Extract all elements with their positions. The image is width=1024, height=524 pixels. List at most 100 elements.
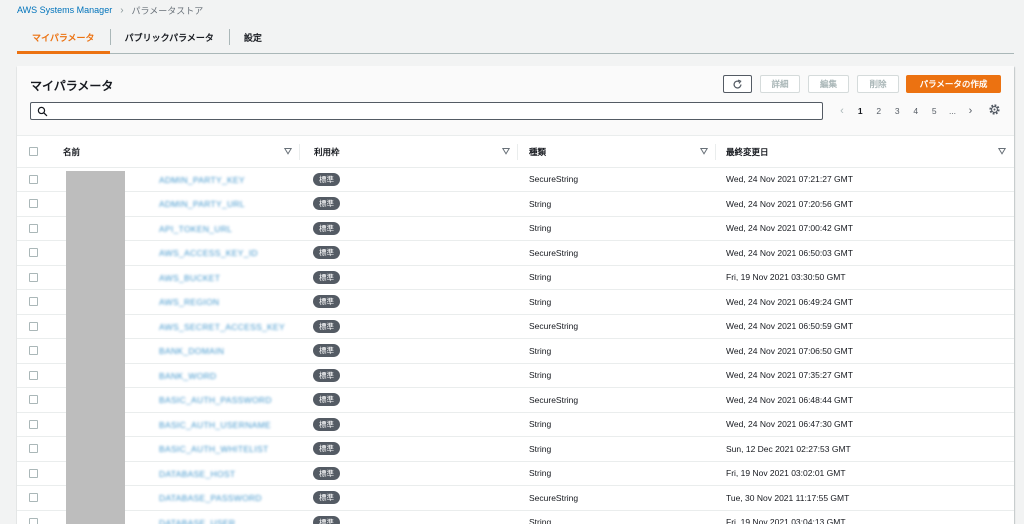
page-4-button[interactable]: 4 bbox=[907, 106, 926, 116]
parameter-name-link[interactable]: ADMIN_PARTY_URL bbox=[159, 199, 245, 209]
page-1-button[interactable]: 1 bbox=[851, 106, 870, 116]
parameter-name-link[interactable]: BASIC_AUTH_WHITELIST bbox=[159, 444, 268, 454]
row-checkbox[interactable] bbox=[29, 444, 38, 454]
parameter-name-link[interactable]: BANK_DOMAIN bbox=[159, 346, 224, 356]
parameter-name-link[interactable]: BANK_WORD bbox=[159, 371, 217, 381]
tier-badge: 標準 bbox=[313, 442, 340, 456]
tier-cell: 標準 bbox=[300, 363, 518, 388]
table-row[interactable]: /API_TOKEN_URL標準StringWed, 24 Nov 2021 0… bbox=[17, 216, 1014, 241]
tab-my-parameters[interactable]: マイパラメータ bbox=[17, 22, 110, 54]
page-2-button[interactable]: 2 bbox=[870, 106, 889, 116]
gear-icon[interactable] bbox=[988, 103, 1001, 116]
table-row[interactable]: /AWS_BUCKET標準StringFri, 19 Nov 2021 03:3… bbox=[17, 265, 1014, 290]
type-cell: SecureString bbox=[518, 485, 716, 511]
details-button[interactable]: 詳細 bbox=[760, 75, 800, 93]
table-row[interactable]: /DATABASE_USER標準StringFri, 19 Nov 2021 0… bbox=[17, 510, 1014, 524]
row-checkbox[interactable] bbox=[29, 370, 38, 380]
column-name-label: 名前 bbox=[63, 146, 81, 157]
page-5-button[interactable]: 5 bbox=[925, 106, 944, 116]
row-checkbox[interactable] bbox=[29, 395, 38, 405]
tier-badge: 標準 bbox=[313, 491, 340, 505]
tier-cell: 標準 bbox=[300, 314, 518, 339]
column-header-modified[interactable]: 最終変更日 bbox=[716, 137, 1014, 168]
table-row[interactable]: /BASIC_AUTH_WHITELIST標準StringSun, 12 Dec… bbox=[17, 436, 1014, 462]
parameter-name-link[interactable]: AWS_ACCESS_KEY_ID bbox=[159, 248, 258, 258]
column-header-tier[interactable]: 利用枠 bbox=[300, 137, 518, 168]
row-checkbox[interactable] bbox=[29, 346, 38, 356]
row-checkbox[interactable] bbox=[29, 321, 38, 331]
row-checkbox[interactable] bbox=[29, 199, 38, 209]
parameter-name-link[interactable]: DATABASE_PASSWORD bbox=[159, 493, 262, 503]
tier-cell: 標準 bbox=[300, 461, 518, 486]
chevron-right-icon[interactable]: › bbox=[962, 105, 980, 117]
table-row[interactable]: /BASIC_AUTH_PASSWORD標準SecureStringWed, 2… bbox=[17, 387, 1014, 413]
parameter-name-link[interactable]: ADMIN_PARTY_KEY bbox=[159, 175, 245, 185]
row-select-cell bbox=[17, 485, 49, 511]
refresh-button[interactable] bbox=[723, 75, 752, 93]
refresh-icon bbox=[733, 78, 742, 89]
table-row[interactable]: /ADMIN_PARTY_KEY標準SecureStringWed, 24 No… bbox=[17, 167, 1014, 192]
table-row[interactable]: /ADMIN_PARTY_URL標準StringWed, 24 Nov 2021… bbox=[17, 191, 1014, 217]
column-header-type[interactable]: 種類 bbox=[518, 137, 716, 168]
row-checkbox[interactable] bbox=[29, 468, 38, 478]
row-checkbox[interactable] bbox=[29, 517, 38, 524]
row-select-cell bbox=[17, 191, 49, 217]
sort-caret-icon[interactable] bbox=[284, 147, 292, 155]
row-select-cell bbox=[17, 240, 49, 266]
row-checkbox[interactable] bbox=[29, 493, 38, 503]
edit-button[interactable]: 編集 bbox=[808, 75, 849, 93]
parameter-name-link[interactable]: DATABASE_USER bbox=[159, 518, 235, 524]
table-row[interactable]: /DATABASE_HOST標準StringFri, 19 Nov 2021 0… bbox=[17, 461, 1014, 486]
sort-caret-icon[interactable] bbox=[502, 147, 510, 155]
row-checkbox[interactable] bbox=[29, 419, 38, 429]
row-checkbox[interactable] bbox=[29, 297, 38, 307]
table-row[interactable]: /BASIC_AUTH_USERNAME標準StringWed, 24 Nov … bbox=[17, 412, 1014, 437]
table-row[interactable]: /BANK_WORD標準StringWed, 24 Nov 2021 07:35… bbox=[17, 363, 1014, 388]
tier-cell: 標準 bbox=[300, 510, 518, 524]
parameter-name-link[interactable]: API_TOKEN_URL bbox=[159, 224, 232, 234]
row-checkbox[interactable] bbox=[29, 248, 38, 258]
tab-public-parameters[interactable]: パブリックパラメータ bbox=[109, 22, 229, 53]
tier-cell: 標準 bbox=[300, 191, 518, 217]
tier-cell: 標準 bbox=[300, 265, 518, 290]
tier-cell: 標準 bbox=[300, 387, 518, 413]
tab-settings[interactable]: 設定 bbox=[228, 22, 277, 53]
create-parameter-button[interactable]: パラメータの作成 bbox=[906, 75, 1001, 93]
parameter-name-link[interactable]: AWS_BUCKET bbox=[159, 273, 220, 283]
chevron-left-icon[interactable]: ‹ bbox=[833, 105, 851, 117]
sort-caret-icon[interactable] bbox=[998, 147, 1006, 155]
parameter-name-link[interactable]: BASIC_AUTH_USERNAME bbox=[159, 420, 271, 430]
page-3-button[interactable]: 3 bbox=[888, 106, 907, 116]
breadcrumb-systems-manager[interactable]: AWS Systems Manager bbox=[17, 5, 112, 15]
delete-button[interactable]: 削除 bbox=[857, 75, 899, 93]
type-cell: String bbox=[518, 436, 716, 462]
row-checkbox[interactable] bbox=[29, 174, 38, 184]
tier-badge: 標準 bbox=[313, 270, 340, 284]
parameter-name-link[interactable]: AWS_REGION bbox=[159, 297, 219, 307]
modified-cell: Fri, 19 Nov 2021 03:04:13 GMT bbox=[716, 510, 1014, 524]
tier-badge: 標準 bbox=[313, 246, 340, 260]
sort-caret-icon[interactable] bbox=[700, 147, 708, 155]
tier-cell: 標準 bbox=[300, 436, 518, 462]
tier-badge: 標準 bbox=[313, 466, 340, 480]
parameter-name-link[interactable]: DATABASE_HOST bbox=[159, 469, 235, 479]
parameter-name-link[interactable]: AWS_SECRET_ACCESS_KEY bbox=[159, 322, 285, 332]
select-all-header bbox=[17, 137, 49, 168]
table-row[interactable]: /AWS_ACCESS_KEY_ID標準SecureStringWed, 24 … bbox=[17, 240, 1014, 266]
modified-cell: Wed, 24 Nov 2021 06:48:44 GMT bbox=[716, 387, 1014, 413]
select-all-checkbox[interactable] bbox=[29, 147, 38, 157]
type-cell: SecureString bbox=[518, 387, 716, 413]
tier-badge: 標準 bbox=[313, 393, 340, 407]
row-checkbox[interactable] bbox=[29, 223, 38, 233]
column-header-name[interactable]: 名前 bbox=[49, 137, 300, 168]
parameter-name-link[interactable]: BASIC_AUTH_PASSWORD bbox=[159, 395, 272, 405]
table-row[interactable]: /BANK_DOMAIN標準StringWed, 24 Nov 2021 07:… bbox=[17, 338, 1014, 364]
tier-badge: 標準 bbox=[313, 172, 340, 186]
row-checkbox[interactable] bbox=[29, 272, 38, 282]
table-row[interactable]: /AWS_SECRET_ACCESS_KEY標準SecureStringWed,… bbox=[17, 314, 1014, 339]
table-row[interactable]: /DATABASE_PASSWORD標準SecureStringTue, 30 … bbox=[17, 485, 1014, 511]
search-input[interactable] bbox=[53, 104, 818, 118]
tier-badge: 標準 bbox=[313, 515, 340, 524]
table-row[interactable]: /AWS_REGION標準StringWed, 24 Nov 2021 06:4… bbox=[17, 289, 1014, 315]
modified-cell: Wed, 24 Nov 2021 07:20:56 GMT bbox=[716, 191, 1014, 217]
